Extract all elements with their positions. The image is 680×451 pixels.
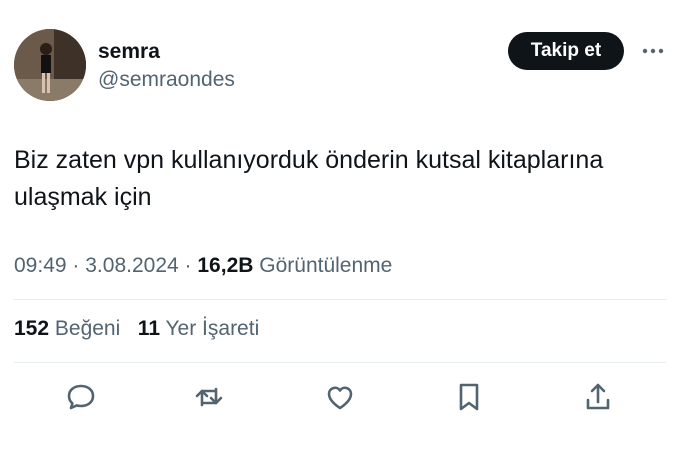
tweet-meta: 09:49 · 3.08.2024 · 16,2B Görüntülenme: [14, 254, 392, 278]
retweet-icon[interactable]: [192, 380, 226, 414]
divider: [14, 362, 666, 363]
share-icon[interactable]: [581, 380, 615, 414]
likes-stat[interactable]: 152 Beğeni: [14, 317, 126, 340]
divider: [14, 299, 666, 300]
bookmarks-stat[interactable]: 11 Yer İşareti: [138, 317, 259, 340]
avatar[interactable]: [14, 29, 86, 101]
meta-separator: ·: [72, 254, 80, 277]
reply-icon[interactable]: [64, 380, 98, 414]
views-count: 16,2B: [197, 254, 254, 277]
more-horizontal-icon[interactable]: [640, 38, 666, 64]
user-handle[interactable]: @semraondes: [98, 68, 235, 92]
views-label: Görüntülenme: [259, 254, 393, 277]
engagement-stats: 152 Beğeni 11 Yer İşareti: [14, 317, 259, 341]
likes-count: 152: [14, 317, 50, 340]
tweet-text: Biz zaten vpn kullanıyorduk önderin kuts…: [14, 146, 604, 211]
action-bar: [0, 380, 680, 414]
follow-button[interactable]: Takip et: [508, 32, 624, 70]
bookmark-icon[interactable]: [452, 380, 486, 414]
tweet-date[interactable]: 3.08.2024: [85, 254, 178, 277]
bookmarks-label: Yer İşareti: [165, 317, 260, 340]
avatar-photo: [14, 29, 86, 101]
tweet-time[interactable]: 09:49: [14, 254, 67, 277]
bookmarks-count: 11: [137, 317, 160, 340]
display-name[interactable]: semra: [98, 40, 160, 64]
likes-label: Beğeni: [54, 317, 121, 340]
meta-separator: ·: [184, 254, 192, 277]
like-icon[interactable]: [323, 380, 357, 414]
